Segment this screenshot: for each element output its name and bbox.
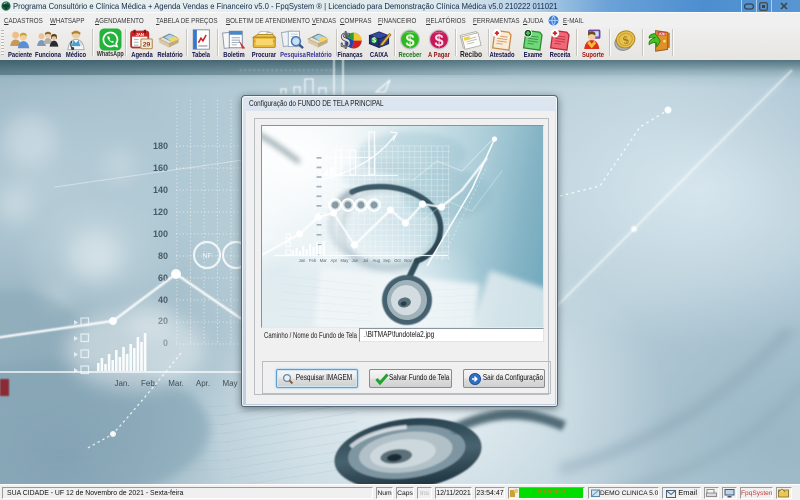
svg-text:80: 80 (158, 251, 168, 261)
svg-text:Apr.: Apr. (196, 379, 210, 388)
svg-text:Jun: Jun (352, 258, 359, 263)
svg-text:Jul: Jul (363, 258, 368, 263)
svg-text:NF: NF (202, 253, 211, 260)
svg-text:Aug: Aug (372, 258, 380, 263)
svg-text:Oct: Oct (394, 258, 401, 263)
svg-text:Feb.: Feb. (141, 379, 157, 388)
svg-text:$: $ (405, 32, 414, 50)
svg-text:Nov: Nov (404, 258, 412, 263)
svg-text:Sep: Sep (383, 258, 391, 263)
svg-text:JAN: JAN (135, 32, 143, 37)
svg-text:Mar.: Mar. (168, 379, 184, 388)
svg-text:Feb: Feb (309, 258, 317, 263)
svg-text:100: 100 (153, 229, 168, 239)
svg-text:Jan: Jan (299, 258, 306, 263)
svg-text:$: $ (434, 32, 443, 50)
svg-text:140: 140 (153, 185, 168, 195)
svg-text:May: May (340, 258, 349, 263)
svg-text:180: 180 (153, 141, 168, 151)
svg-text:40: 40 (158, 295, 168, 305)
svg-text:Apr: Apr (331, 258, 338, 263)
svg-text:$: $ (372, 38, 376, 45)
svg-text:EXIT: EXIT (658, 32, 665, 36)
svg-text:120: 120 (153, 207, 168, 217)
svg-text:Mar: Mar (320, 258, 328, 263)
svg-text:$: $ (341, 30, 351, 51)
svg-text:May: May (222, 379, 237, 388)
svg-text:29: 29 (142, 41, 150, 48)
svg-text:Jan.: Jan. (114, 379, 129, 388)
